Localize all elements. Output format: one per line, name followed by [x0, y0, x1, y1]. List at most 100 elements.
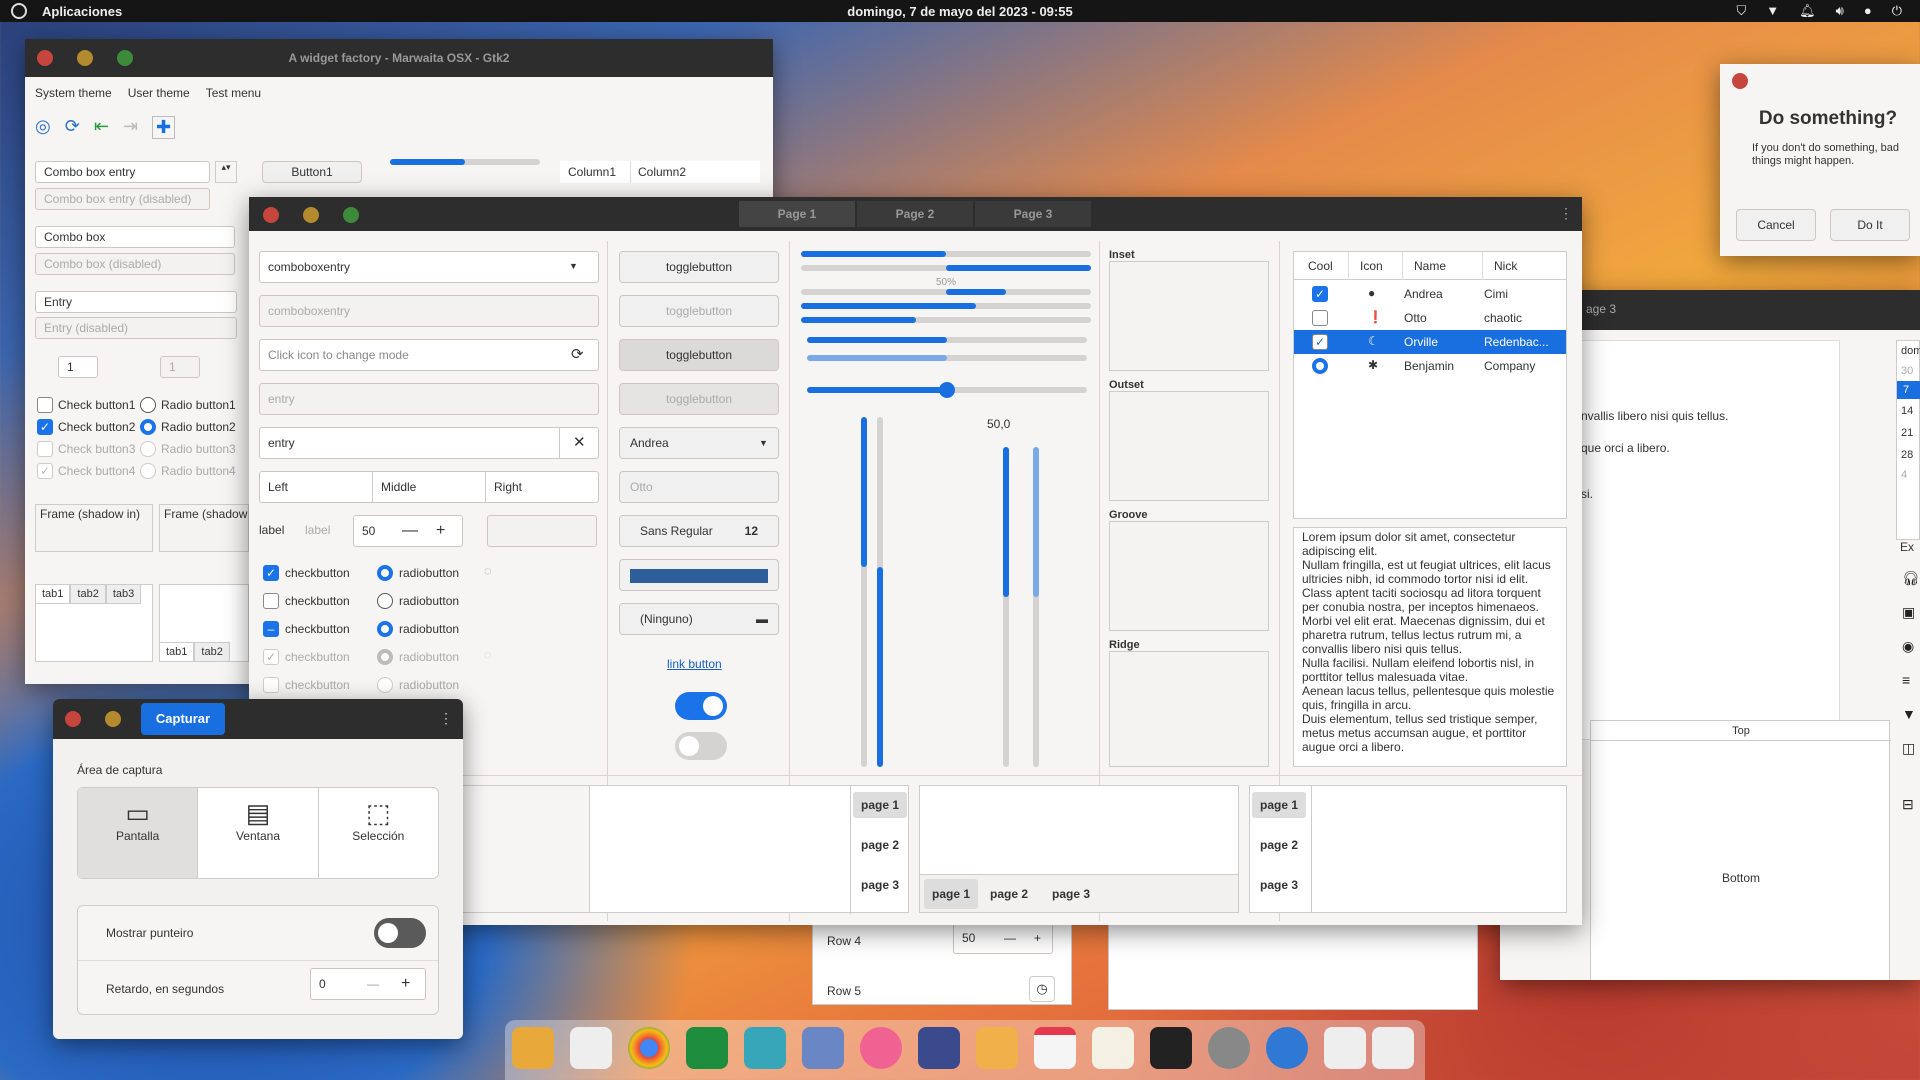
wifi-icon[interactable]: ▼	[1766, 3, 1779, 19]
widget-factory-icon[interactable]	[1324, 1027, 1366, 1069]
table-row[interactable]: ✱ Benjamin Company	[1294, 354, 1566, 378]
column-nick[interactable]: Nick	[1494, 259, 1517, 273]
calendar-day[interactable]: 4	[1901, 469, 1907, 481]
camera-icon[interactable]: ▣	[1902, 604, 1915, 621]
combo-andrea[interactable]: Andrea	[619, 427, 779, 459]
tab-page1[interactable]: page 1	[1252, 792, 1307, 818]
column-header[interactable]: Column1	[568, 165, 616, 179]
tab-page2[interactable]: page 2	[861, 838, 899, 852]
about-icon[interactable]: ◎	[35, 116, 51, 139]
mail-icon[interactable]	[976, 1027, 1018, 1069]
vscale-fill[interactable]	[877, 567, 883, 767]
tab-tab2[interactable]: tab2	[70, 584, 106, 604]
vscale-fill[interactable]	[1003, 447, 1009, 597]
radiobutton-mixed[interactable]	[377, 621, 393, 637]
calendar-day-selected[interactable]: 7	[1897, 381, 1920, 399]
system-tray[interactable]: ⛉ ▼ 🔔︎ 🔊︎ ● ⏻	[1736, 3, 1902, 19]
icon-entry[interactable]: Click icon to change mode	[259, 339, 599, 371]
add-icon[interactable]: ✚	[152, 116, 176, 139]
minus-icon[interactable]: —	[402, 516, 418, 546]
spin-arrows-icon[interactable]: ▴▾	[215, 161, 237, 183]
close-button[interactable]	[65, 711, 81, 727]
clock[interactable]: domingo, 7 de mayo del 2023 - 09:55	[0, 4, 1920, 19]
combo-box-entry[interactable]: Combo box entry	[35, 161, 210, 183]
calendar-day[interactable]: 14	[1901, 405, 1913, 417]
combo-right[interactable]: Right	[486, 472, 598, 502]
mode-window[interactable]: ▤ Ventana	[198, 788, 319, 878]
wifi-icon[interactable]: ▼	[1902, 706, 1916, 722]
tab-page1[interactable]: page 1	[853, 792, 908, 818]
spin-button[interactable]: 1	[58, 356, 98, 378]
refresh-icon[interactable]: ⟳	[65, 116, 80, 139]
headphones-icon[interactable]: 🎧︎	[1902, 570, 1920, 587]
entry-field[interactable]: entry	[259, 427, 599, 459]
tab-bottom[interactable]: Bottom	[1591, 871, 1891, 885]
bell-icon[interactable]: 🔔︎	[1799, 3, 1816, 19]
column-name[interactable]: Name	[1414, 259, 1446, 273]
combo-middle[interactable]: Middle	[373, 472, 486, 502]
radiobutton-selected[interactable]	[377, 565, 393, 581]
comboboxentry[interactable]: comboboxentry	[259, 251, 599, 283]
tab-tab1[interactable]: tab1	[35, 584, 71, 604]
delay-spin[interactable]: 0 — +	[310, 968, 426, 1000]
settings-icon[interactable]	[1208, 1027, 1250, 1069]
maximize-button[interactable]	[343, 207, 359, 223]
menu-icon[interactable]: ⋮	[439, 710, 453, 727]
capture-button[interactable]: Capturar	[141, 703, 225, 735]
screenshot-icon[interactable]	[744, 1027, 786, 1069]
column-cool[interactable]: Cool	[1308, 259, 1333, 273]
tab-page3[interactable]: page 3	[861, 878, 899, 892]
minimize-button[interactable]	[303, 207, 319, 223]
tab-page3[interactable]: page 3	[1052, 887, 1090, 901]
tab-tab3[interactable]: tab3	[105, 584, 142, 604]
mode-selection[interactable]: ⬚ Selección	[319, 788, 438, 878]
mode-screen[interactable]: ▭ Pantalla	[78, 788, 199, 878]
software-icon[interactable]	[570, 1027, 612, 1069]
table-row[interactable]: ❗ Otto chaotic	[1294, 306, 1566, 330]
combo-left[interactable]: Left	[260, 472, 373, 502]
spiral-icon[interactable]	[860, 1027, 902, 1069]
minus-icon[interactable]: ⊟	[1902, 796, 1914, 813]
radiobutton[interactable]	[377, 593, 393, 609]
checkbutton-mixed[interactable]: –	[263, 621, 279, 637]
dropdown-arrow-icon[interactable]: ▼	[569, 261, 578, 271]
row-checkbox[interactable]: ✓	[1312, 334, 1328, 350]
plus-icon[interactable]: +	[436, 516, 445, 546]
checkbutton-unchecked[interactable]	[263, 593, 279, 609]
scale-slider-handle[interactable]	[939, 382, 955, 398]
radio-button1[interactable]	[140, 397, 156, 413]
font-button[interactable]: Sans Regular 12	[619, 515, 779, 547]
list-icon[interactable]: ≡	[1902, 672, 1910, 688]
tab-label[interactable]: age 3	[1586, 302, 1616, 316]
widget-factory2-icon[interactable]	[1372, 1027, 1414, 1069]
togglebutton-active[interactable]: togglebutton	[619, 339, 779, 371]
tab-page3[interactable]: page 3	[1260, 878, 1298, 892]
tab-page2[interactable]: page 2	[1260, 838, 1298, 852]
row-radio[interactable]	[1312, 358, 1328, 374]
disc-icon[interactable]: ◉	[1902, 638, 1914, 655]
button1[interactable]: Button1	[262, 161, 362, 183]
close-button[interactable]	[1732, 73, 1748, 89]
power-icon[interactable]: ⏻	[1892, 3, 1902, 19]
tab-tab2[interactable]: tab2	[194, 642, 230, 662]
close-button[interactable]	[263, 207, 279, 223]
clock-icon[interactable]: ◷	[1029, 976, 1055, 1002]
calendar-icon[interactable]	[1034, 1027, 1076, 1069]
tab-page3[interactable]: Page 3	[975, 201, 1091, 227]
file-chooser-button[interactable]: (Ninguno) ▬	[619, 603, 779, 635]
table-row-selected[interactable]: ✓ ☾ Orville Redenbac...	[1294, 330, 1566, 354]
chrome-icon[interactable]	[628, 1027, 670, 1069]
files-icon[interactable]	[512, 1027, 554, 1069]
minimize-button[interactable]	[105, 711, 121, 727]
gimp-icon[interactable]	[1266, 1027, 1308, 1069]
togglebutton[interactable]: togglebutton	[619, 251, 779, 283]
check-button1[interactable]	[37, 397, 53, 413]
menu-system-theme[interactable]: System theme	[35, 86, 112, 100]
switch-off[interactable]	[675, 732, 727, 760]
spin-button[interactable]: 50 — +	[353, 515, 463, 547]
tab-tab1[interactable]: tab1	[159, 642, 195, 662]
go-first-icon[interactable]: ⇤	[94, 116, 109, 139]
expander[interactable]: Ex	[1900, 540, 1914, 554]
calendar-day[interactable]: 30	[1901, 365, 1913, 377]
radio-button2[interactable]	[140, 419, 156, 435]
